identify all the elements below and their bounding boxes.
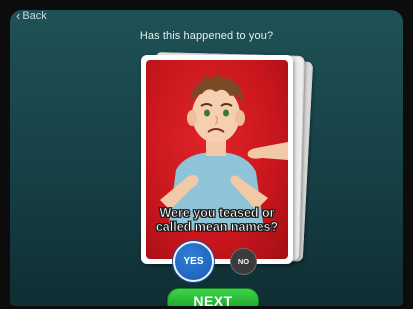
next-button[interactable]: NEXT <box>167 288 259 306</box>
card-caption: Were you teased or called mean names? <box>155 206 279 235</box>
yes-button[interactable]: YES <box>173 241 214 282</box>
eye-right <box>223 109 229 117</box>
question-title: Has this happened to you? <box>139 30 274 42</box>
no-button[interactable]: NO <box>230 248 257 275</box>
back-button[interactable]: ‹ Back <box>16 10 47 23</box>
scenario-illustration: Were you teased or called mean names? <box>146 60 288 259</box>
pointing-hand-right <box>247 142 288 160</box>
back-label: Back <box>22 10 47 22</box>
ear-left <box>187 110 197 126</box>
app-screen: ‹ Back Has this happened to you? Were yo… <box>10 10 403 306</box>
chevron-left-icon: ‹ <box>16 10 21 23</box>
scenario-card: Were you teased or called mean names? <box>141 55 293 264</box>
eye-left <box>204 109 210 117</box>
ear-right <box>235 110 245 126</box>
